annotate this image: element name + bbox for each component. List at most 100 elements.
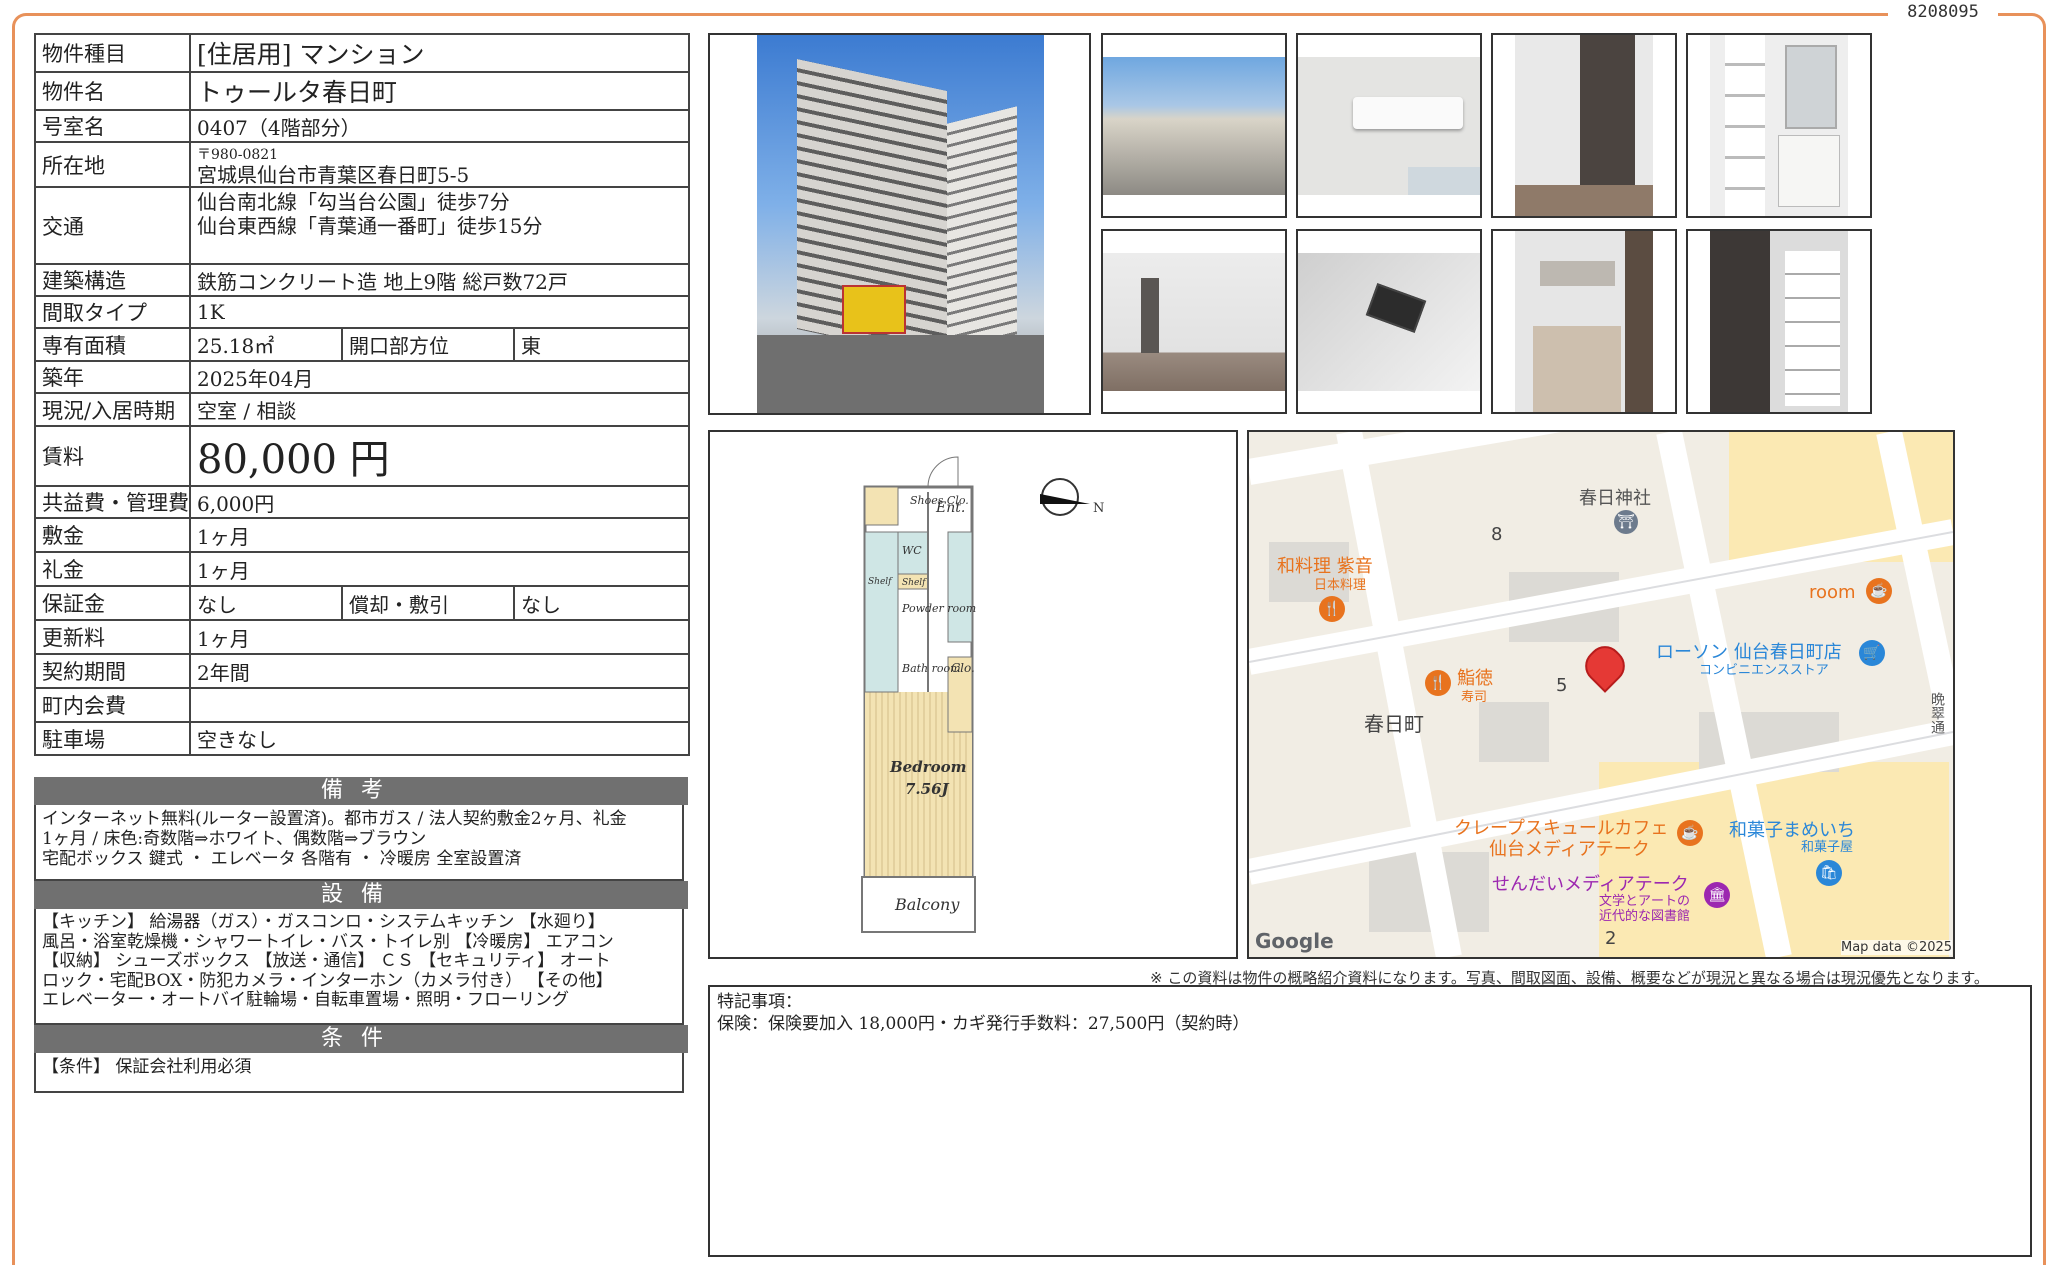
fp-entrance: Ent.: [935, 500, 965, 516]
fee-label: 共益費・管理費: [34, 485, 191, 519]
intercom-photo: [1296, 229, 1482, 414]
washroom-photo: [1686, 33, 1872, 218]
shrine-icon[interactable]: ⛩: [1614, 510, 1638, 534]
floor-plan: Shoes Clo. Ent. N WC Shelf Shelf Powder …: [708, 430, 1238, 959]
fp-shelf-2: Shelf: [902, 578, 927, 588]
special-notes-text: 保険：保険要加入 18,000円・カギ発行手数料：27,500円（契約時）: [717, 1014, 1250, 1034]
map-sushi-sub: 寿司: [1461, 690, 1488, 705]
map-washoku-sub: 日本料理: [1314, 578, 1367, 593]
map-data-credit: Map data ©2025: [1841, 940, 1953, 955]
address-zip: 〒980-0821: [197, 146, 279, 163]
fp-bedroom: Bedroom: [889, 758, 967, 776]
status-value: 空室 / 相談: [188, 392, 691, 427]
name-value: トゥールタ春日町: [188, 71, 691, 111]
shopping-icon[interactable]: 🛍: [1816, 860, 1842, 886]
store-icon[interactable]: 🛒: [1859, 640, 1885, 666]
building-exterior-photo: [708, 33, 1091, 415]
rent-label: 賃料: [34, 425, 191, 487]
cafe-icon[interactable]: ☕: [1866, 578, 1892, 604]
fee-value: 6,000円: [188, 485, 691, 519]
amortization-value: なし: [512, 585, 691, 621]
entrance-storage-photo: [1686, 229, 1872, 414]
equipment-header: 設備: [34, 881, 688, 909]
map-media-sub-2: 近代的な図書館: [1599, 909, 1691, 924]
special-notes-title: 特記事項：: [717, 992, 802, 1012]
document-id: 8208095: [1888, 2, 1998, 22]
status-label: 現況/入居時期: [34, 392, 191, 427]
map-wagashi-sub: 和菓子屋: [1801, 840, 1854, 855]
map-block-2: 2: [1605, 928, 1617, 949]
fp-powder: Powder room: [901, 602, 976, 615]
amortization-label: 償却・敷引: [341, 585, 515, 621]
restaurant-icon[interactable]: 🍴: [1319, 596, 1345, 622]
library-icon[interactable]: 🏛: [1704, 882, 1730, 908]
contract-label: 契約期間: [34, 653, 191, 689]
closet-photo: [1491, 33, 1677, 218]
area-label: 専有面積: [34, 327, 191, 362]
fp-closet: Clo.: [951, 661, 975, 675]
area-value: 25.18㎡: [189, 327, 343, 362]
remarks-body: インターネット無料(ルーター設置済)。都市ガス / 法人契約敷金2ヶ月、礼金 1…: [34, 805, 684, 881]
address-value: 宮城県仙台市青葉区春日町5-5: [197, 162, 470, 187]
deposit-value: 1ヶ月: [188, 517, 691, 553]
type-label: 物件種目: [34, 33, 191, 73]
property-spec-table: 物件種目 [住居用] マンション 物件名 トゥールタ春日町 号室名 0407（4階部分…: [34, 33, 691, 756]
map-block-5: 5: [1556, 675, 1568, 696]
renewal-value: 1ヶ月: [188, 619, 691, 655]
guarantee-value: なし: [189, 585, 343, 621]
equipment-body: 【キッチン】 給湯器（ガス）・ガスコンロ・システムキッチン 【水廻り】 風呂・浴…: [34, 909, 684, 1025]
structure-label: 建築構造: [34, 263, 191, 297]
direction-value: 東: [512, 327, 691, 362]
fp-north: N: [1093, 501, 1104, 516]
air-conditioner-photo: [1296, 33, 1482, 218]
remarks-header: 備考: [34, 777, 688, 805]
fp-shelf-1: Shelf: [868, 577, 893, 587]
room-label: 号室名: [34, 109, 191, 143]
guarantee-label: 保証金: [34, 585, 191, 621]
fp-balcony: Balcony: [894, 895, 960, 914]
map-block-8: 8: [1491, 524, 1503, 545]
city-view-photo: [1101, 33, 1287, 218]
parking-value: 空きなし: [188, 721, 691, 756]
direction-label: 開口部方位: [341, 327, 515, 362]
town-fee-label: 町内会費: [34, 687, 191, 723]
compass-icon: [1040, 478, 1090, 516]
transit-line-1: 仙台南北線「勾当台公園」徒歩7分: [197, 190, 510, 214]
special-notes-box: 特記事項： 保険：保険要加入 18,000円・カギ発行手数料：27,500円（契…: [708, 985, 2032, 1257]
town-fee-value: [188, 687, 691, 723]
name-label: 物件名: [34, 71, 191, 111]
built-label: 築年: [34, 360, 191, 394]
fp-bedroom-size: 7.56J: [905, 780, 950, 798]
conditions-header: 条件: [34, 1025, 688, 1053]
location-map[interactable]: 春日神社 ⛩ 8 和料理 紫音 日本料理 🍴 room ☕ ローソン 仙台春日町…: [1247, 430, 1955, 959]
room-value: 0407（4階部分）: [188, 109, 691, 143]
layout-value: 1K: [188, 295, 691, 329]
living-room-photo: [1101, 229, 1287, 414]
map-shrine-label: 春日神社: [1579, 488, 1651, 509]
map-street-label: 晩翠通: [1929, 692, 1945, 734]
contract-value: 2年間: [188, 653, 691, 689]
cafe-icon[interactable]: ☕: [1677, 820, 1703, 846]
rent-value: 80,000 円: [188, 425, 691, 487]
key-money-value: 1ヶ月: [188, 551, 691, 587]
transit-label: 交通: [34, 186, 191, 265]
map-room-label: room: [1809, 582, 1856, 603]
structure-value: 鉄筋コンクリート造 地上9階 総戸数72戸: [188, 263, 691, 297]
fp-wc: WC: [902, 544, 922, 557]
parking-label: 駐車場: [34, 721, 191, 756]
restaurant-icon[interactable]: 🍴: [1425, 670, 1451, 696]
deposit-label: 敷金: [34, 517, 191, 553]
layout-label: 間取タイプ: [34, 295, 191, 329]
built-value: 2025年04月: [188, 360, 691, 394]
renewal-label: 更新料: [34, 619, 191, 655]
key-money-label: 礼金: [34, 551, 191, 587]
google-logo: Google: [1255, 929, 1334, 953]
floor-plan-drawing: Shoes Clo. Ent. N WC Shelf Shelf Powder …: [861, 456, 1104, 933]
map-town-label: 春日町: [1364, 712, 1424, 736]
address-label: 所在地: [34, 141, 191, 188]
map-crepe-sub: 仙台メディアテーク: [1489, 839, 1650, 860]
conditions-body: 【条件】 保証会社利用必須: [34, 1053, 684, 1093]
kitchen-photo: [1491, 229, 1677, 414]
map-lawson-sub: コンビニエンスストア: [1699, 663, 1829, 678]
transit-line-2: 仙台東西線「青葉通一番町」徒歩15分: [197, 214, 543, 238]
